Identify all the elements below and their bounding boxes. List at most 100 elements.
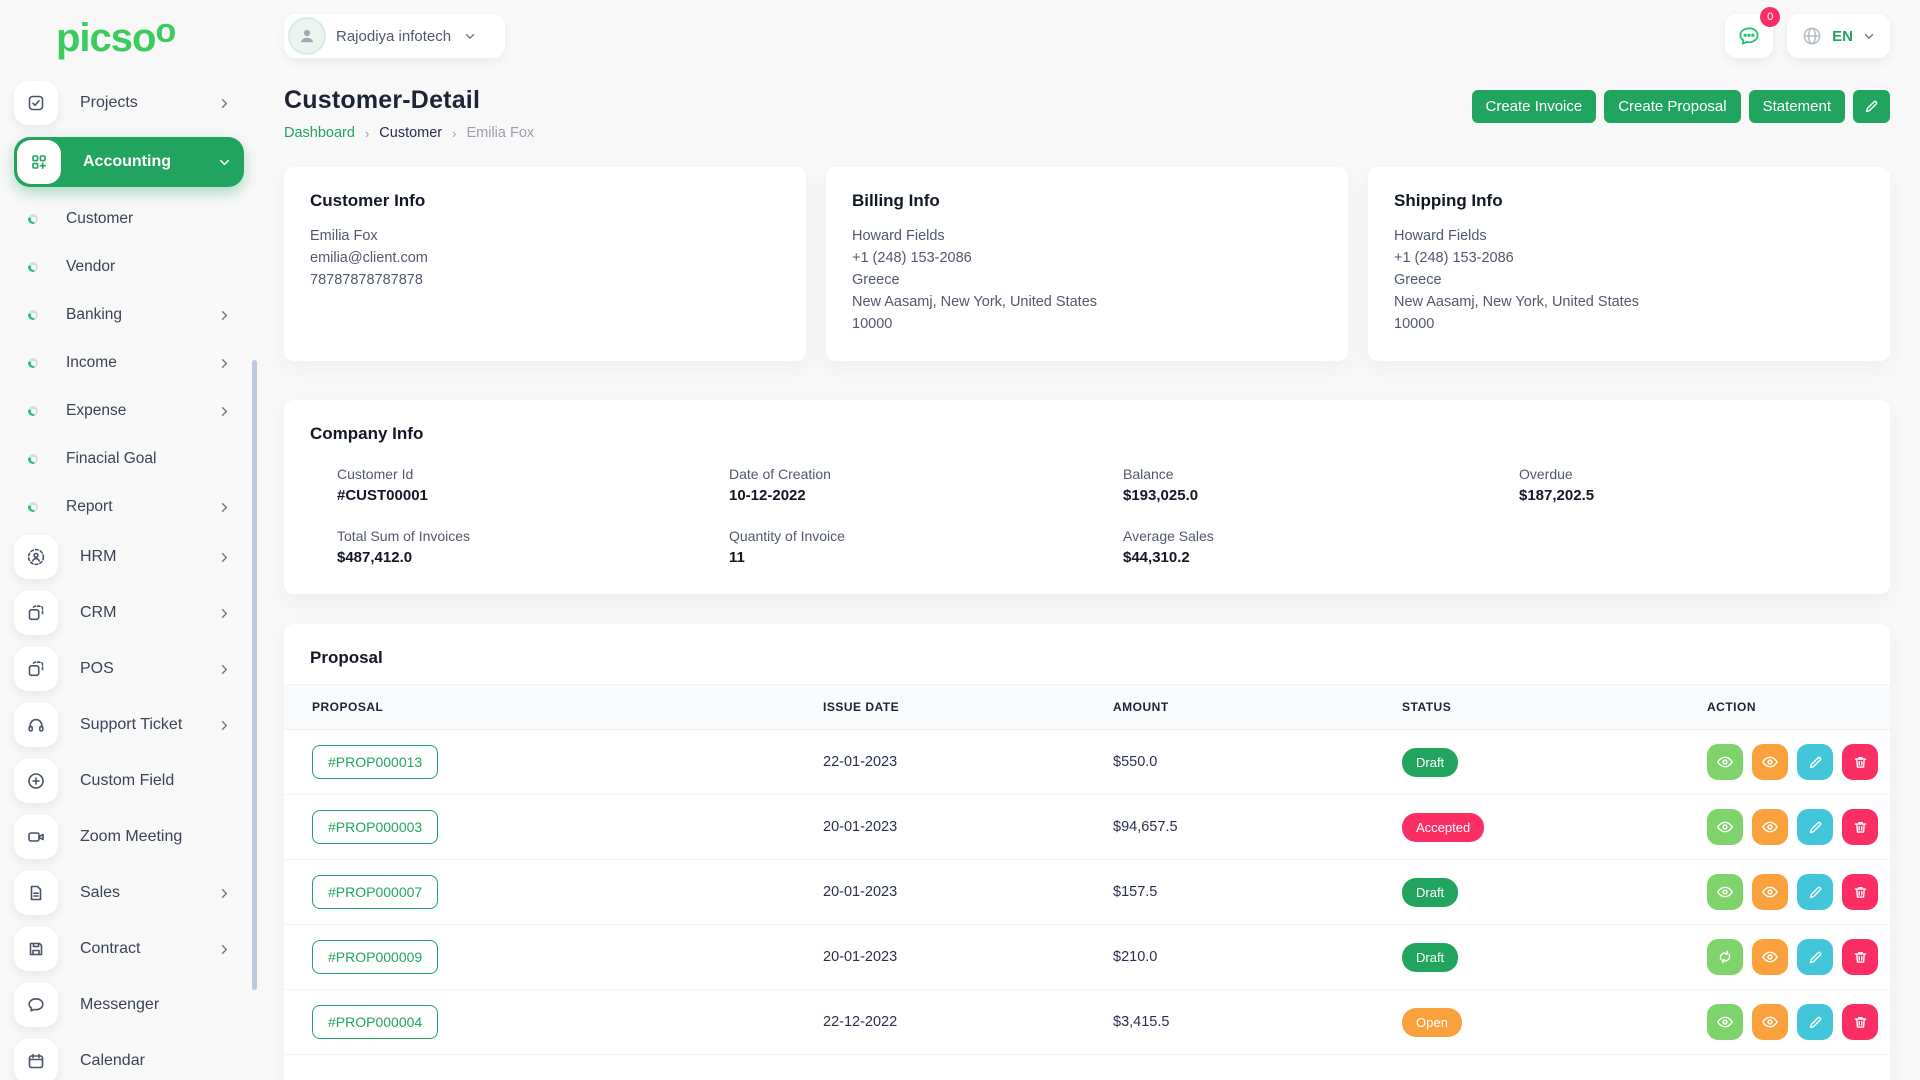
breadcrumb-item-customer[interactable]: Customer bbox=[379, 125, 442, 141]
sidebar-item-accounting[interactable]: Accounting bbox=[14, 137, 244, 187]
field-label: Overdue bbox=[1519, 466, 1573, 482]
view-action-button[interactable] bbox=[1752, 809, 1788, 845]
delete-action-button[interactable] bbox=[1842, 939, 1878, 975]
sidebar-item-report[interactable]: Report bbox=[28, 487, 244, 527]
issue-date-cell: 22-12-2022 bbox=[823, 1014, 898, 1030]
customer-info-lines: Emilia Fox emilia@client.com 7878787878787… bbox=[310, 225, 780, 291]
chevron-right-icon bbox=[217, 550, 232, 565]
sidebar-item-label: Income bbox=[66, 354, 117, 371]
edit-action-button[interactable] bbox=[1797, 1004, 1833, 1040]
sidebar-item-label: Custom Field bbox=[80, 772, 175, 789]
bullet-icon bbox=[28, 358, 38, 368]
amount-cell: $157.5 bbox=[1113, 884, 1158, 900]
view-action-button[interactable] bbox=[1752, 1004, 1788, 1040]
status-badge: Open bbox=[1402, 1007, 1462, 1037]
field-value: 10-12-2022 bbox=[729, 487, 806, 504]
table-row: #PROP000009 20-01-2023 $210.0 Draft bbox=[284, 925, 1890, 990]
proposal-link[interactable]: #PROP000013 bbox=[312, 745, 439, 779]
view-action-button[interactable] bbox=[1707, 1004, 1743, 1040]
sidebar-item-label: CRM bbox=[80, 604, 117, 621]
field-label: Balance bbox=[1123, 466, 1174, 482]
table-header: PROPOSAL ISSUE DATE AMOUNT STATUS ACTION bbox=[284, 684, 1890, 730]
view-action-button[interactable] bbox=[1752, 874, 1788, 910]
chevron-right-icon bbox=[217, 886, 232, 901]
view-action-button[interactable] bbox=[1752, 744, 1788, 780]
view-action-button[interactable] bbox=[1707, 744, 1743, 780]
edit-action-button[interactable] bbox=[1797, 874, 1833, 910]
sidebar-item-hrm[interactable]: HRM bbox=[14, 535, 244, 579]
breadcrumb-separator: › bbox=[452, 125, 457, 141]
sidebar-item-label: Contract bbox=[80, 940, 141, 957]
app-logo[interactable]: picsoo bbox=[0, 0, 258, 67]
sidebar-item-contract[interactable]: Contract bbox=[14, 927, 244, 971]
delete-action-button[interactable] bbox=[1842, 744, 1878, 780]
edit-action-button[interactable] bbox=[1797, 744, 1833, 780]
sidebar-item-custom-field[interactable]: Custom Field bbox=[14, 759, 244, 803]
info-line: New Aasamj, New York, United States bbox=[1394, 294, 1640, 311]
sidebar-item-label: POS bbox=[80, 660, 114, 677]
proposal-link[interactable]: #PROP000004 bbox=[312, 1005, 439, 1039]
field-value: 11 bbox=[729, 549, 745, 566]
sidebar-item-vendor[interactable]: Vendor bbox=[28, 247, 244, 287]
field-label: Total Sum of Invoices bbox=[337, 528, 471, 544]
status-badge: Draft bbox=[1402, 942, 1459, 972]
sidebar-item-banking[interactable]: Banking bbox=[28, 295, 244, 335]
pencil-icon bbox=[1863, 98, 1880, 115]
card-title: Customer Info bbox=[310, 191, 426, 210]
sidebar-item-income[interactable]: Income bbox=[28, 343, 244, 383]
save-icon bbox=[14, 927, 58, 971]
sidebar-item-zoom-meeting[interactable]: Zoom Meeting bbox=[14, 815, 244, 859]
company-field-total-sum-of-invoices: Total Sum of Invoices $487,412.0 bbox=[337, 528, 729, 566]
sidebar-item-support-ticket[interactable]: Support Ticket bbox=[14, 703, 244, 747]
sidebar-item-sales[interactable]: Sales bbox=[14, 871, 244, 915]
calendar-icon bbox=[14, 1039, 58, 1080]
create-invoice-button[interactable]: Create Invoice bbox=[1471, 90, 1597, 123]
trash-icon bbox=[1852, 1014, 1869, 1031]
messages-button[interactable]: 0 bbox=[1725, 7, 1781, 58]
eye-icon bbox=[1761, 883, 1779, 901]
view-action-button[interactable] bbox=[1707, 809, 1743, 845]
field-value: #CUST00001 bbox=[337, 487, 428, 504]
sidebar-item-projects[interactable]: Projects bbox=[14, 81, 244, 125]
delete-action-button[interactable] bbox=[1842, 1004, 1878, 1040]
edit-action-button[interactable] bbox=[1797, 809, 1833, 845]
statement-button[interactable]: Statement bbox=[1748, 90, 1845, 123]
main-content: Customer-Detail Dashboard › Customer › Emili… bbox=[284, 86, 1890, 1080]
breadcrumb-item-dashboard[interactable]: Dashboard bbox=[284, 125, 355, 141]
edit-action-button[interactable] bbox=[1797, 939, 1833, 975]
workspace-selector[interactable]: Rajodiya infotech bbox=[284, 14, 506, 58]
sidebar-item-pos[interactable]: POS bbox=[14, 647, 244, 691]
eye-icon bbox=[1761, 818, 1779, 836]
sidebar-scrollbar[interactable] bbox=[252, 360, 257, 990]
sidebar-item-customer[interactable]: Customer bbox=[28, 199, 244, 239]
proposal-link[interactable]: #PROP000009 bbox=[312, 940, 439, 974]
trash-icon bbox=[1852, 884, 1869, 901]
sidebar-item-label: Accounting bbox=[83, 153, 171, 170]
field-label: Customer Id bbox=[337, 466, 414, 482]
language-selector[interactable]: EN bbox=[1787, 14, 1890, 58]
view-action-button[interactable] bbox=[1752, 939, 1788, 975]
chevron-down-icon bbox=[217, 155, 232, 170]
billing-info-card: Billing Info Howard Fields +1 (248) 153-2… bbox=[826, 167, 1348, 361]
proposal-link[interactable]: #PROP000003 bbox=[312, 810, 439, 844]
sidebar-item-label: Finacial Goal bbox=[66, 450, 157, 467]
sidebar-item-crm[interactable]: CRM bbox=[14, 591, 244, 635]
proposal-link[interactable]: #PROP000007 bbox=[312, 875, 439, 909]
delete-action-button[interactable] bbox=[1842, 809, 1878, 845]
field-value: $44,310.2 bbox=[1123, 549, 1190, 566]
sidebar-item-finacial-goal[interactable]: Finacial Goal bbox=[28, 439, 244, 479]
issue-date-cell: 22-01-2023 bbox=[823, 754, 898, 770]
delete-action-button[interactable] bbox=[1842, 874, 1878, 910]
create-proposal-button[interactable]: Create Proposal bbox=[1604, 90, 1741, 123]
convert-action-button[interactable] bbox=[1707, 939, 1743, 975]
company-info-card: Company Info Customer Id #CUST00001 Date o… bbox=[284, 400, 1890, 594]
sidebar-item-messenger[interactable]: Messenger bbox=[14, 983, 244, 1027]
view-action-button[interactable] bbox=[1707, 874, 1743, 910]
info-line: Greece bbox=[852, 272, 900, 289]
language-label: EN bbox=[1832, 27, 1853, 45]
sidebar-item-calendar[interactable]: Calendar bbox=[14, 1039, 244, 1080]
sidebar-item-expense[interactable]: Expense bbox=[28, 391, 244, 431]
edit-customer-button[interactable] bbox=[1853, 90, 1890, 123]
chevron-right-icon bbox=[217, 404, 232, 419]
card-title: Billing Info bbox=[852, 191, 940, 210]
